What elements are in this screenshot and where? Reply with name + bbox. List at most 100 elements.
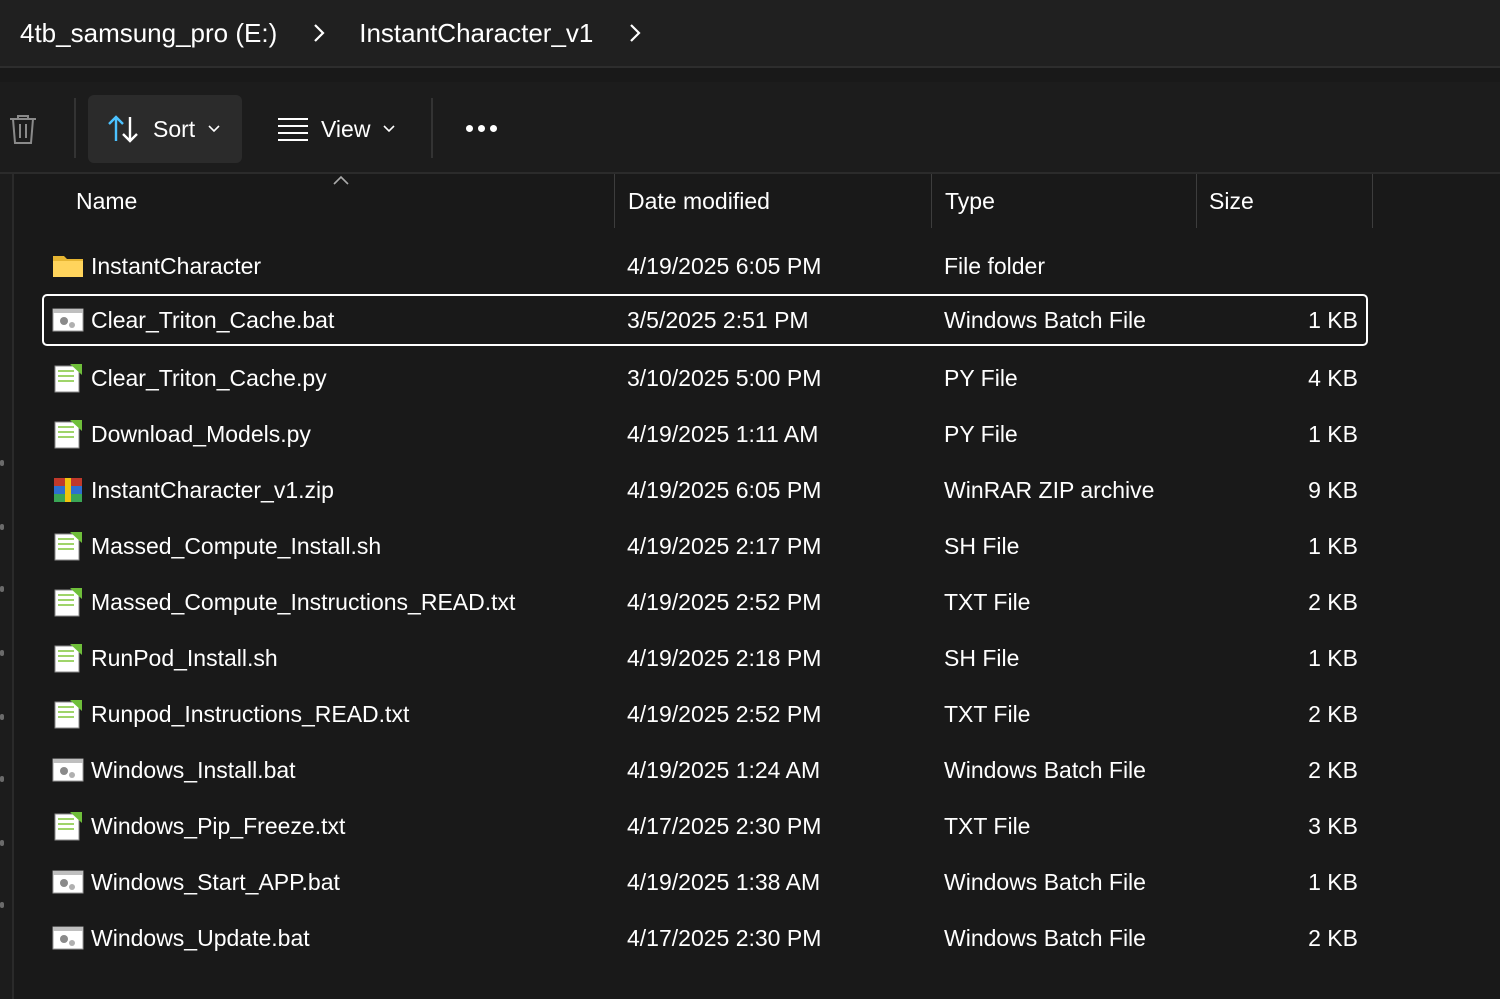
file-type: TXT File <box>944 812 1031 839</box>
file-date: 4/19/2025 2:52 PM <box>627 700 822 727</box>
file-row[interactable]: Clear_Triton_Cache.bat 3/5/2025 2:51 PM … <box>42 294 1368 346</box>
file-type: Windows Batch File <box>944 924 1146 951</box>
file-row[interactable]: Runpod_Instructions_READ.txt 4/19/2025 2… <box>44 690 1366 738</box>
file-date: 4/17/2025 2:30 PM <box>627 924 822 951</box>
winrar-archive-icon <box>54 478 82 502</box>
toolbar-divider <box>431 98 433 158</box>
file-date: 4/17/2025 2:30 PM <box>627 812 822 839</box>
file-name: InstantCharacter_v1.zip <box>91 476 334 503</box>
file-row[interactable]: Windows_Install.bat 4/19/2025 1:24 AM Wi… <box>44 746 1366 794</box>
file-row[interactable]: Windows_Pip_Freeze.txt 4/17/2025 2:30 PM… <box>44 802 1366 850</box>
column-header: Name Date modified Type Size <box>14 174 1500 228</box>
file-size: 3 KB <box>1308 812 1358 839</box>
file-date: 4/19/2025 2:17 PM <box>627 532 822 559</box>
file-name: InstantCharacter <box>91 252 262 279</box>
chevron-right-icon[interactable] <box>625 23 645 43</box>
file-date: 3/5/2025 2:51 PM <box>627 306 809 333</box>
column-divider[interactable] <box>931 174 932 228</box>
file-name: Clear_Triton_Cache.bat <box>91 306 335 333</box>
file-name: Download_Models.py <box>91 420 311 447</box>
file-row[interactable]: Windows_Start_APP.bat 4/19/2025 1:38 AM … <box>44 858 1366 906</box>
file-row[interactable]: Windows_Update.bat 4/17/2025 2:30 PM Win… <box>44 914 1366 962</box>
sort-label: Sort <box>153 115 196 142</box>
file-size: 1 KB <box>1308 532 1358 559</box>
file-size <box>1238 242 1358 290</box>
text-file-icon <box>54 644 82 673</box>
command-bar: Sort View <box>0 82 1500 174</box>
text-file-icon <box>54 700 82 729</box>
column-name[interactable]: Name <box>76 174 137 228</box>
column-divider[interactable] <box>614 174 615 228</box>
file-date: 4/19/2025 1:24 AM <box>627 756 821 783</box>
file-size: 1 KB <box>1308 644 1358 671</box>
file-row[interactable]: InstantCharacter 4/19/2025 6:05 PM File … <box>44 242 1366 290</box>
text-file-icon <box>54 812 82 841</box>
file-type: TXT File <box>944 700 1031 727</box>
more-options-button[interactable] <box>458 110 504 146</box>
chevron-down-icon <box>208 125 220 133</box>
delete-icon[interactable] <box>6 112 40 146</box>
file-size: 2 KB <box>1308 700 1358 727</box>
file-type: SH File <box>944 644 1020 671</box>
breadcrumb-item-folder[interactable]: InstantCharacter_v1 <box>329 18 593 49</box>
file-size: 2 KB <box>1308 924 1358 951</box>
file-date: 3/10/2025 5:00 PM <box>627 364 822 391</box>
sort-button[interactable]: Sort <box>88 95 242 163</box>
file-size: 4 KB <box>1308 364 1358 391</box>
file-row[interactable]: Clear_Triton_Cache.py 3/10/2025 5:00 PM … <box>44 354 1366 402</box>
file-row[interactable]: RunPod_Install.sh 4/19/2025 2:18 PM SH F… <box>44 634 1366 682</box>
file-row[interactable]: Download_Models.py 4/19/2025 1:11 AM PY … <box>44 410 1366 458</box>
file-type: TXT File <box>944 588 1031 615</box>
text-file-icon <box>54 588 82 617</box>
toolbar-divider <box>74 98 76 158</box>
batch-file-icon <box>52 870 84 894</box>
text-file-icon <box>54 364 82 393</box>
file-size: 1 KB <box>1308 868 1358 895</box>
breadcrumb-item-drive[interactable]: 4tb_samsung_pro (E:) <box>0 18 277 49</box>
file-row[interactable]: Massed_Compute_Instructions_READ.txt 4/1… <box>44 578 1366 626</box>
text-file-icon <box>54 420 82 449</box>
navigation-pane-edge[interactable] <box>0 174 14 999</box>
file-name: Windows_Install.bat <box>91 756 296 783</box>
file-row[interactable]: Massed_Compute_Install.sh 4/19/2025 2:17… <box>44 522 1366 570</box>
column-type[interactable]: Type <box>945 174 995 228</box>
file-date: 4/19/2025 2:18 PM <box>627 644 822 671</box>
file-type: Windows Batch File <box>944 756 1146 783</box>
file-name: Windows_Start_APP.bat <box>91 868 340 895</box>
file-row[interactable]: InstantCharacter_v1.zip 4/19/2025 6:05 P… <box>44 466 1366 514</box>
file-size: 9 KB <box>1308 476 1358 503</box>
file-type: PY File <box>944 420 1018 447</box>
chevron-down-icon <box>383 125 396 133</box>
file-name: Massed_Compute_Instructions_READ.txt <box>91 588 516 615</box>
sort-icon <box>108 115 138 143</box>
column-date-modified[interactable]: Date modified <box>628 174 770 228</box>
file-name: Windows_Pip_Freeze.txt <box>91 812 346 839</box>
chevron-right-icon[interactable] <box>309 23 329 43</box>
address-bar[interactable]: 4tb_samsung_pro (E:) InstantCharacter_v1 <box>0 0 1500 68</box>
text-file-icon <box>54 532 82 561</box>
file-type: WinRAR ZIP archive <box>944 476 1155 503</box>
file-size: 2 KB <box>1308 588 1358 615</box>
file-date: 4/19/2025 6:05 PM <box>627 252 822 279</box>
view-label: View <box>321 115 371 142</box>
view-button[interactable]: View <box>262 95 418 163</box>
column-divider[interactable] <box>1196 174 1197 228</box>
file-size: 2 KB <box>1308 756 1358 783</box>
file-name: Runpod_Instructions_READ.txt <box>91 700 410 727</box>
sort-ascending-icon <box>333 175 349 185</box>
file-date: 4/19/2025 1:38 AM <box>627 868 821 895</box>
batch-file-icon <box>52 926 84 950</box>
file-name: Windows_Update.bat <box>91 924 310 951</box>
folder-icon <box>53 256 83 277</box>
file-size: 1 KB <box>1308 306 1358 333</box>
batch-file-icon <box>52 758 84 782</box>
column-size[interactable]: Size <box>1209 174 1254 228</box>
file-type: PY File <box>944 364 1018 391</box>
more-icon <box>465 124 473 132</box>
file-type: File folder <box>944 252 1045 279</box>
file-date: 4/19/2025 6:05 PM <box>627 476 822 503</box>
file-name: RunPod_Install.sh <box>91 644 278 671</box>
file-date: 4/19/2025 2:52 PM <box>627 588 822 615</box>
file-date: 4/19/2025 1:11 AM <box>627 420 819 447</box>
column-divider[interactable] <box>1372 174 1373 228</box>
